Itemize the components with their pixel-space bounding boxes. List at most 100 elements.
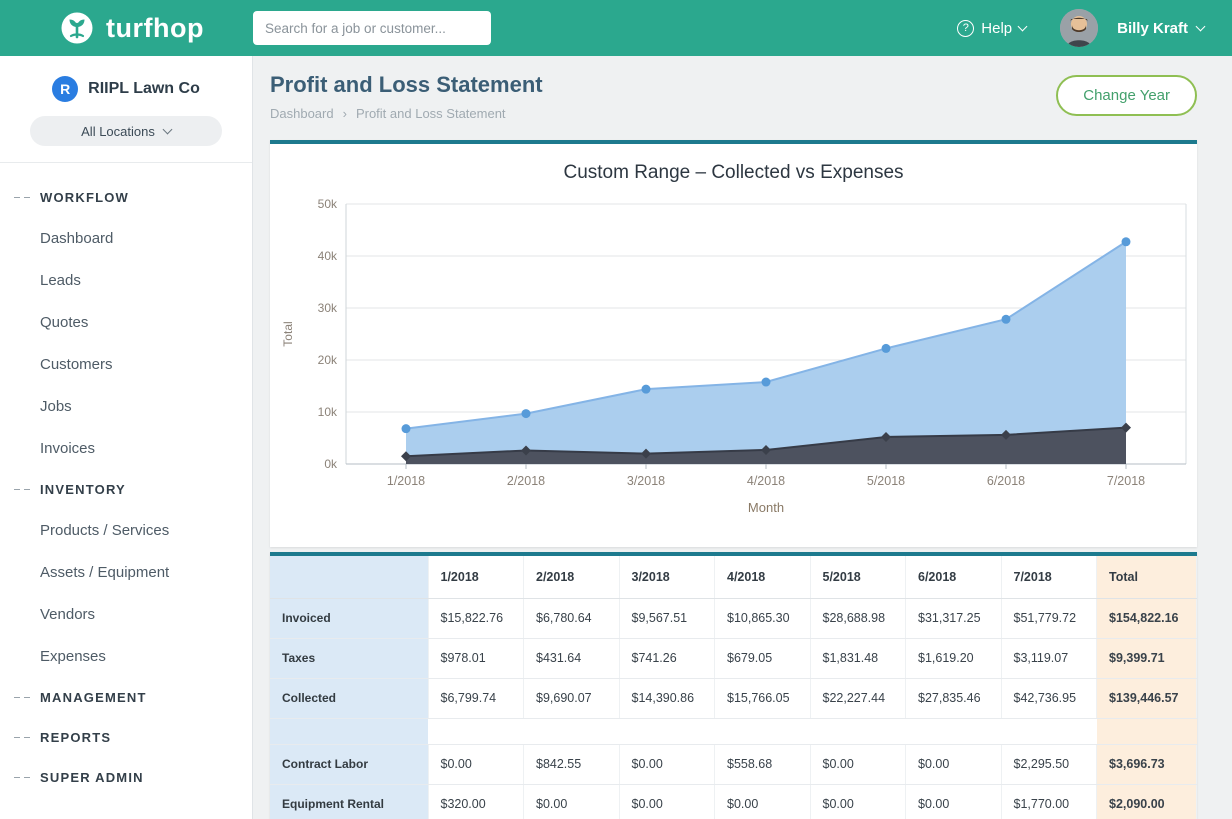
table-cell: $978.01 [428, 638, 524, 678]
search-input[interactable] [253, 11, 491, 45]
y-tick-label: 0k [324, 457, 338, 471]
breadcrumb: Dashboard › Profit and Loss Statement [270, 106, 543, 121]
table-cell: $10,865.30 [715, 598, 811, 638]
row-label: Taxes [270, 638, 428, 678]
nav-section-inventory: INVENTORY [0, 469, 252, 509]
x-axis-title: Month [747, 500, 783, 515]
help-menu[interactable]: ? Help [957, 20, 1026, 37]
tree-dash-icon [14, 777, 33, 778]
table-cell: $842.55 [524, 744, 620, 784]
table-cell: $3,119.07 [1001, 638, 1097, 678]
user-name: Billy Kraft [1117, 20, 1188, 37]
sidebar-item-quotes[interactable]: Quotes [0, 301, 252, 343]
y-axis-title: Total [281, 321, 295, 346]
table-header-cell [270, 556, 428, 598]
nav-section-label: REPORTS [40, 730, 111, 745]
app-logo[interactable]: turfhop [0, 9, 253, 47]
top-bar: turfhop ? Help Billy Kraft [0, 0, 1232, 56]
user-menu[interactable]: Billy Kraft [1060, 9, 1204, 47]
table-cell: $320.00 [428, 784, 524, 819]
sidebar-item-assets-equipment[interactable]: Assets / Equipment [0, 551, 252, 593]
table-row: Invoiced$15,822.76$6,780.64$9,567.51$10,… [270, 598, 1197, 638]
table-cell: $431.64 [524, 638, 620, 678]
collected-point [1121, 237, 1130, 246]
table-cell: $0.00 [619, 784, 715, 819]
table-cell: $1,770.00 [1001, 784, 1097, 819]
table-cell: $31,317.25 [906, 598, 1002, 638]
gap-cell [1097, 718, 1197, 744]
pl-table: 1/20182/20183/20184/20185/20186/20187/20… [270, 556, 1197, 819]
table-header-cell: 5/2018 [810, 556, 906, 598]
collected-point [1001, 315, 1010, 324]
company-badge-icon: R [52, 76, 78, 102]
change-year-button[interactable]: Change Year [1056, 75, 1197, 116]
main-content: Profit and Loss Statement Dashboard › Prof… [253, 56, 1232, 819]
sidebar-item-vendors[interactable]: Vendors [0, 593, 252, 635]
sidebar-item-products-services[interactable]: Products / Services [0, 509, 252, 551]
table-cell: $0.00 [810, 744, 906, 784]
collected-point [641, 385, 650, 394]
sidebar-item-leads[interactable]: Leads [0, 259, 252, 301]
breadcrumb-separator-icon: › [343, 106, 347, 121]
x-tick-label: 1/2018 [386, 474, 424, 488]
table-row: Collected$6,799.74$9,690.07$14,390.86$15… [270, 678, 1197, 718]
breadcrumb-item-dashboard[interactable]: Dashboard [270, 106, 334, 121]
x-tick-label: 5/2018 [866, 474, 904, 488]
gap-cell [524, 718, 620, 744]
x-tick-label: 7/2018 [1106, 474, 1144, 488]
title-row: Profit and Loss Statement Dashboard › Prof… [270, 72, 1197, 121]
x-tick-label: 4/2018 [746, 474, 784, 488]
sidebar-item-invoices[interactable]: Invoices [0, 427, 252, 469]
collected-point [761, 378, 770, 387]
table-row: Contract Labor$0.00$842.55$0.00$558.68$0… [270, 744, 1197, 784]
y-tick-label: 10k [317, 405, 337, 419]
breadcrumb-item-profit-and-loss-statement: Profit and Loss Statement [356, 106, 506, 121]
pl-table-head-row: 1/20182/20183/20184/20185/20186/20187/20… [270, 556, 1197, 598]
location-selector[interactable]: All Locations [30, 116, 222, 146]
avatar [1060, 9, 1098, 47]
pl-table-body: Invoiced$15,822.76$6,780.64$9,567.51$10,… [270, 598, 1197, 819]
sidebar-item-dashboard[interactable]: Dashboard [0, 217, 252, 259]
table-cell: $558.68 [715, 744, 811, 784]
sidebar-item-jobs[interactable]: Jobs [0, 385, 252, 427]
table-cell: $0.00 [524, 784, 620, 819]
company-name: RIIPL Lawn Co [88, 80, 200, 98]
table-cell: $139,446.57 [1097, 678, 1197, 718]
table-header-cell: 7/2018 [1001, 556, 1097, 598]
tree-dash-icon [14, 697, 33, 698]
y-tick-label: 20k [317, 353, 337, 367]
table-cell: $51,779.72 [1001, 598, 1097, 638]
y-tick-label: 40k [317, 249, 337, 263]
sidebar-item-customers[interactable]: Customers [0, 343, 252, 385]
company-header[interactable]: R RIIPL Lawn Co [0, 56, 252, 116]
turfhop-logo-icon [58, 9, 96, 47]
logo-text: turfhop [106, 13, 204, 44]
table-cell: $3,696.73 [1097, 744, 1197, 784]
table-cell: $6,780.64 [524, 598, 620, 638]
table-cell: $0.00 [906, 744, 1002, 784]
gap-cell [715, 718, 811, 744]
table-cell: $42,736.95 [1001, 678, 1097, 718]
table-cell: $0.00 [619, 744, 715, 784]
row-label: Equipment Rental [270, 784, 428, 819]
gap-cell [906, 718, 1002, 744]
table-cell: $741.26 [619, 638, 715, 678]
table-cell: $22,227.44 [810, 678, 906, 718]
x-tick-label: 2/2018 [506, 474, 544, 488]
sidebar: R RIIPL Lawn Co All Locations WORKFLOWDa… [0, 56, 253, 819]
table-cell: $9,399.71 [1097, 638, 1197, 678]
sidebar-item-expenses[interactable]: Expenses [0, 635, 252, 677]
row-label: Collected [270, 678, 428, 718]
y-tick-label: 50k [317, 197, 337, 211]
table-cell: $1,619.20 [906, 638, 1002, 678]
chevron-down-icon [1196, 21, 1206, 31]
tree-dash-icon [14, 737, 33, 738]
nav-section-label: MANAGEMENT [40, 690, 147, 705]
pl-table-card: 1/20182/20183/20184/20185/20186/20187/20… [270, 552, 1197, 819]
chevron-down-icon [1018, 21, 1028, 31]
gap-cell [1001, 718, 1097, 744]
tree-dash-icon [14, 197, 33, 198]
nav-section-label: INVENTORY [40, 482, 126, 497]
table-header-cell: 3/2018 [619, 556, 715, 598]
table-header-cell: 1/2018 [428, 556, 524, 598]
